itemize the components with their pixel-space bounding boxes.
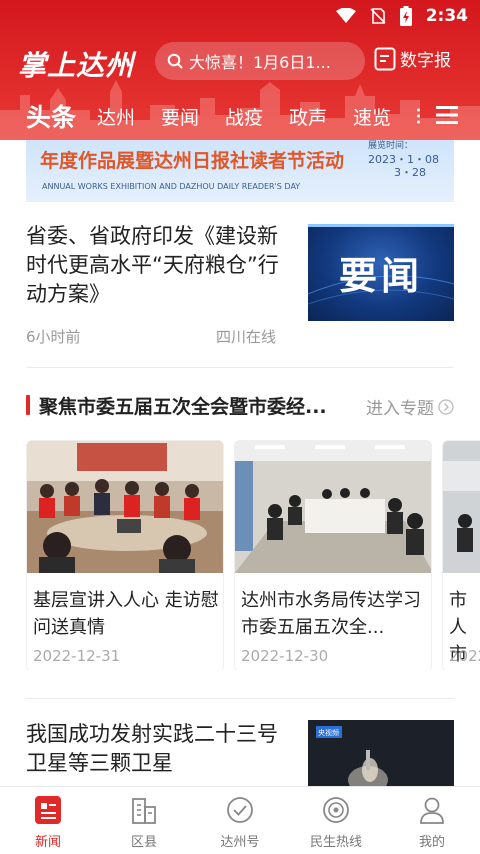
card-title: 达州市水务局传达学习市委五届五次全... xyxy=(241,590,421,638)
user-icon xyxy=(420,797,444,824)
thumbnail-text: 要闻 xyxy=(338,253,423,298)
status-time: 2:34 xyxy=(425,6,468,26)
nav-districts[interactable]: 区县 xyxy=(96,787,192,854)
tab-government[interactable]: 政声 xyxy=(289,103,327,130)
verified-check-icon xyxy=(227,797,253,823)
wifi-icon xyxy=(335,8,356,23)
channel-menu-icon[interactable] xyxy=(436,105,458,125)
channel-tabs: 头条 达州 要闻 战疫 政声 速览 xyxy=(0,96,480,136)
newspaper-icon xyxy=(374,47,396,70)
enter-topic-label: 进入专题 xyxy=(366,399,434,419)
nav-label: 我的 xyxy=(418,835,445,850)
status-bar: 2:34 xyxy=(0,0,480,32)
divider xyxy=(26,698,454,699)
card-date: 2022-12-30 xyxy=(241,647,329,665)
search-bar[interactable]: 大惊喜！1月6日1... xyxy=(155,42,365,80)
bottom-navigation: 新闻 区县 达州号 民生热线 我的 xyxy=(0,786,480,853)
divider xyxy=(26,367,454,368)
epaper-label: 数字报 xyxy=(400,51,451,71)
topic-card[interactable]: 市人市委 2022 xyxy=(442,440,480,670)
nav-news[interactable]: 新闻 xyxy=(0,787,96,854)
enter-topic-link[interactable]: 进入专题 xyxy=(366,394,454,419)
tab-epidemic[interactable]: 战疫 xyxy=(225,103,263,130)
buildings-icon xyxy=(132,798,156,824)
news-time: 6小时前 xyxy=(26,328,81,346)
topic-header: 聚焦市委五届五次全会暨市委经... 进入专题 xyxy=(26,392,454,419)
no-sim-icon xyxy=(370,8,386,24)
card-photo-volunteers xyxy=(27,441,223,573)
app-header: 2:34 掌上达州 大惊喜！1月6日1... 数字报 头条 达州 要闻 战疫 政… xyxy=(0,0,480,140)
nav-label: 达州号 xyxy=(220,835,260,850)
news-thumbnail: 央视频 xyxy=(308,720,454,790)
news-title: 我国成功发射实践二十三号卫星等三颗卫星 xyxy=(26,722,278,775)
chevron-right-circle-icon xyxy=(438,398,454,415)
news-icon xyxy=(35,796,61,824)
topic-accent-bar xyxy=(26,395,30,415)
card-photo-meeting xyxy=(235,441,431,573)
nav-dazhou-account[interactable]: 达州号 xyxy=(192,787,288,854)
news-source: 四川在线 xyxy=(216,328,277,346)
app-logo: 掌上达州 xyxy=(18,49,135,82)
topic-title[interactable]: 聚焦市委五届五次全会暨市委经... xyxy=(39,392,327,419)
tab-key-news[interactable]: 要闻 xyxy=(161,103,199,130)
topic-cards: 基层宣讲入人心 走访慰问送真情 2022-12-31 达州市水务局传达学习市委五… xyxy=(26,440,480,670)
topic-card[interactable]: 基层宣讲入人心 走访慰问送真情 2022-12-31 xyxy=(26,440,224,670)
news-meta: 6小时前 四川在线 xyxy=(26,326,296,347)
card-date: 2022 xyxy=(449,647,480,665)
card-date: 2022-12-31 xyxy=(33,647,121,665)
news-item[interactable]: 省委、省政府印发《建设新时代更高水平“天府粮仓”行动方案》 6小时前 四川在线 … xyxy=(26,222,454,352)
nav-mine[interactable]: 我的 xyxy=(384,787,480,854)
epaper-button[interactable]: 数字报 xyxy=(374,46,451,71)
nav-hotline[interactable]: 民生热线 xyxy=(288,787,384,854)
banner-date-end: 3・28 xyxy=(394,166,426,179)
search-placeholder: 大惊喜！1月6日1... xyxy=(189,53,331,72)
tab-dazhou[interactable]: 达州 xyxy=(97,103,135,130)
banner-date-label: 展览时间： xyxy=(368,141,414,151)
card-photo-conference xyxy=(443,441,480,573)
event-banner[interactable]: 年度作品展暨达州日报社读者节活动 ANNUAL WORKS EXHIBITION… xyxy=(26,140,454,202)
news-title: 省委、省政府印发《建设新时代更高水平“天府粮仓”行动方案》 xyxy=(26,224,279,306)
card-title: 基层宣讲入人心 走访慰问送真情 xyxy=(33,590,219,638)
news-item[interactable]: 我国成功发射实践二十三号卫星等三颗卫星 央视频 xyxy=(26,720,454,790)
topic-card[interactable]: 达州市水务局传达学习市委五届五次全... 2022-12-30 xyxy=(234,440,432,670)
banner-dates: 展览时间： 2023・1・08 3・28 xyxy=(368,140,446,179)
tab-headline[interactable]: 头条 xyxy=(26,98,76,134)
more-dots-icon[interactable] xyxy=(417,108,420,124)
banner-title: 年度作品展暨达州日报社读者节活动 xyxy=(40,150,345,172)
banner-subtitle: ANNUAL WORKS EXHIBITION AND DAZHOU DAILY… xyxy=(42,182,301,191)
battery-charging-icon xyxy=(399,6,412,26)
nav-label: 民生热线 xyxy=(309,835,362,850)
nav-label: 新闻 xyxy=(34,835,61,850)
thumbnail-caption: 央视频 xyxy=(318,728,339,737)
banner-date-start: 2023・1・08 xyxy=(368,153,439,166)
nav-label: 区县 xyxy=(130,835,157,850)
news-thumbnail: 要闻 xyxy=(308,224,454,321)
hotline-target-icon xyxy=(323,797,349,823)
tab-quick-read[interactable]: 速览 xyxy=(353,103,391,130)
search-icon xyxy=(167,53,183,69)
